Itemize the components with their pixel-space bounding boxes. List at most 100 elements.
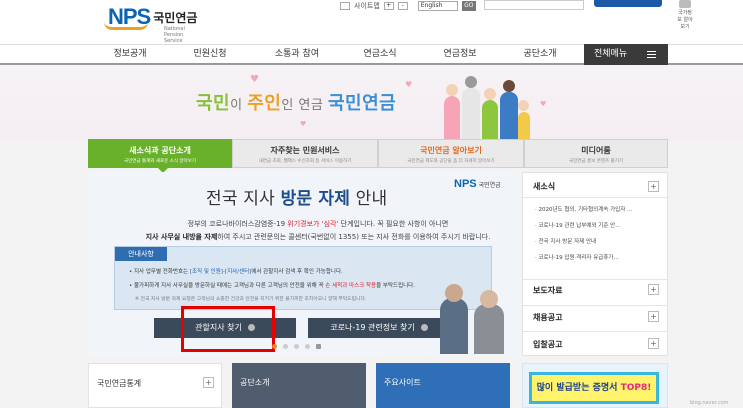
highlight-box bbox=[181, 306, 275, 352]
pause-icon[interactable] bbox=[316, 344, 321, 349]
notice-line-2: 지사 사무실 내방을 자제하여 주시고 관련문의는 콜센터(국번없이 1355)… bbox=[128, 231, 508, 244]
stats-label: 국민연금통계 bbox=[97, 379, 142, 388]
hamburger-icon bbox=[647, 51, 656, 58]
guide-line-2: • 불가피하게 지사 사무실을 방문하실 때에는 고객님과 다른 고객님의 안전… bbox=[129, 281, 415, 289]
recruit-heading: 채용공고 bbox=[533, 313, 563, 322]
notice-text: 단계입니다. 꼭 필요한 사항이 아니면 bbox=[338, 220, 449, 228]
tab-title: 자주찾는 민원서비스 bbox=[270, 146, 340, 155]
nav-item-info-disclosure[interactable]: 정보공개 bbox=[100, 45, 160, 64]
watermark: blog.naver.com bbox=[690, 400, 729, 406]
news-item[interactable]: 코로나-19 관련 납부예외 기준 안... bbox=[535, 221, 621, 229]
slogan-part: 주인 bbox=[247, 93, 282, 114]
zoom-out-button[interactable]: - bbox=[397, 2, 408, 10]
all-menu-label: 전체메뉴 bbox=[594, 49, 628, 59]
logo-korean: 국민연금 bbox=[153, 10, 198, 25]
certificate-banner[interactable]: 많이 발급받는 증명서 TOP8! bbox=[529, 372, 659, 404]
tab-title: 새소식과 공단소개 bbox=[129, 146, 191, 155]
notice-line-1: 정부의 코로나바이러스감염증-19 위기경보가 '심각' 단계입니다. 꼭 필요… bbox=[128, 218, 508, 231]
top-bar: NPS 국민연금 National Pension Service 사이트맵 +… bbox=[0, 0, 743, 44]
notice-title-part: 전국 지사 bbox=[206, 189, 281, 209]
guide-footnote: ※ 전국 지사 방문 자제 요청은 고객님의 소중한 건강과 안전을 지키기 위… bbox=[135, 297, 367, 302]
guide-text: • 지사 업무별 전화번호는 bbox=[129, 269, 190, 275]
press-more-button[interactable]: + bbox=[648, 284, 659, 295]
hero-slogan: 국민이 주인인 연금 국민연금 bbox=[196, 89, 396, 115]
tab-media-room[interactable]: 미디어룸 국민연금 홍보 콘텐츠 즐기기 bbox=[524, 139, 668, 168]
pager-dot[interactable] bbox=[294, 344, 299, 349]
nav-item-communication[interactable]: 소통과 참여 bbox=[264, 45, 330, 64]
masked-people-illustration bbox=[440, 284, 520, 354]
tab-subtitle: 국민연금 제도와 공단을 좀 더 자세히 알아보기 bbox=[407, 159, 495, 164]
banner-highlight: TOP8! bbox=[620, 383, 652, 393]
stats-more-button[interactable]: + bbox=[203, 377, 214, 388]
zoom-in-button[interactable]: + bbox=[383, 2, 394, 10]
bid-heading: 입찰공고 bbox=[533, 340, 563, 349]
right-sidebar: 새소식 + 2020년도 협의, 기타협의계속 가입자 ... 코로나-19 관… bbox=[522, 172, 668, 356]
go-button[interactable]: GO bbox=[461, 1, 476, 11]
top-service-button[interactable] bbox=[594, 0, 662, 7]
tab-title: 미디어룸 bbox=[581, 146, 611, 155]
bid-more-button[interactable]: + bbox=[648, 338, 659, 349]
news-item[interactable]: 2020년도 협의, 기타협의계속 가입자 ... bbox=[535, 205, 633, 213]
tab-subtitle: 국민연금 통계와 새로운 소식 알아보기 bbox=[124, 159, 196, 164]
notice-logo-text: 국민연금 bbox=[478, 181, 501, 189]
sites-label: 주요사이트 bbox=[384, 378, 421, 387]
divider bbox=[523, 197, 667, 198]
nav-item-civil-petition[interactable]: 민원신청 bbox=[180, 45, 240, 64]
slogan-part: 국민 bbox=[196, 93, 231, 114]
pager-dot-active[interactable] bbox=[272, 344, 277, 349]
national-info-label: 국가정보 알아보기 bbox=[677, 10, 693, 30]
notice-alert-text: 위기경보가 '심각' bbox=[287, 220, 339, 228]
guide-link[interactable]: [조직 및 인원]-[지사/센터] bbox=[190, 269, 251, 275]
sites-card[interactable]: 주요사이트 bbox=[376, 363, 510, 408]
divider bbox=[523, 279, 667, 280]
news-item[interactable]: 코로나-19 입원·격리자 유급휴가... bbox=[535, 253, 619, 261]
main-navigation: 정보공개 민원신청 소통과 참여 연금소식 연금정보 공단소개 전체메뉴 bbox=[0, 44, 743, 65]
news-item[interactable]: 전국 지사 방문 자제 안내 bbox=[535, 237, 597, 245]
covid-info-button[interactable]: 코로나-19 관련정보 찾기 bbox=[308, 318, 450, 338]
nps-logo[interactable]: NPS 국민연금 National Pension Service bbox=[104, 4, 198, 44]
nav-item-pension-info[interactable]: 연금정보 bbox=[430, 45, 490, 64]
notice-title-part: 안내 bbox=[350, 189, 388, 209]
heart-decoration-icon: ♥ bbox=[540, 100, 547, 108]
tab-learn-pension[interactable]: 국민연금 알아보기 국민연금 제도와 공단을 좀 더 자세히 알아보기 bbox=[378, 139, 524, 168]
notice-title: 전국 지사 방문 자제 안내 bbox=[206, 184, 387, 209]
search-input[interactable] bbox=[484, 0, 584, 10]
certificate-banner-card[interactable]: 많이 발급받는 증명서 TOP8! bbox=[522, 363, 668, 408]
press-release-heading: 보도자료 bbox=[533, 286, 563, 295]
slogan-part: 국민연금 bbox=[328, 93, 397, 114]
pager-dot[interactable] bbox=[283, 344, 288, 349]
heart-decoration-icon: ♥ bbox=[300, 120, 307, 128]
tab-frequent-services[interactable]: 자주찾는 민원서비스 내연금 조회, 웹팩스 수신조회 등 서비스 이용하기 bbox=[232, 139, 378, 168]
tab-subtitle: 국민연금 홍보 콘텐츠 즐기기 bbox=[569, 159, 623, 164]
slogan-part: 인 연금 bbox=[281, 98, 328, 113]
national-info-link[interactable]: 국가정보 알아보기 bbox=[676, 0, 694, 30]
all-menu-button[interactable]: 전체메뉴 bbox=[584, 44, 668, 65]
notice-text: 정부의 코로나바이러스감염증-19 bbox=[187, 220, 288, 228]
pager-dot[interactable] bbox=[305, 344, 310, 349]
family-illustration bbox=[438, 70, 534, 140]
recruit-more-button[interactable]: + bbox=[648, 311, 659, 322]
notice-emphasis: 지사 사무실 내방을 자제 bbox=[145, 233, 218, 241]
news-more-button[interactable]: + bbox=[648, 181, 659, 192]
tab-news-about[interactable]: 새소식과 공단소개 국민연금 통계와 새로운 소식 알아보기 bbox=[88, 139, 232, 173]
guide-box: 안내사항 • 지사 업무별 전화번호는 [조직 및 인원]-[지사/센터]에서 … bbox=[114, 246, 492, 310]
nav-item-about[interactable]: 공단소개 bbox=[510, 45, 570, 64]
section-tabs: 새소식과 공단소개 국민연금 통계와 새로운 소식 알아보기 자주찾는 민원서비… bbox=[88, 139, 668, 173]
notice-logo-mark: NPS bbox=[454, 178, 477, 190]
stats-card[interactable]: 국민연금통계 + bbox=[88, 363, 222, 408]
nav-item-pension-news[interactable]: 연금소식 bbox=[350, 45, 410, 64]
tab-title: 국민연금 알아보기 bbox=[420, 146, 482, 155]
about-card[interactable]: 공단소개 bbox=[232, 363, 366, 408]
about-label: 공단소개 bbox=[240, 378, 270, 387]
news-heading: 새소식 bbox=[533, 182, 556, 191]
logo-swoosh bbox=[104, 22, 148, 30]
notice-text: 하여 주시고 관련문의는 콜센터(국번없이 1355) 또는 지사 전화를 이용… bbox=[217, 233, 491, 241]
logo-english: National Pension Service bbox=[164, 26, 185, 44]
guide-alert: 손 세척과 마스크 착용 bbox=[325, 283, 377, 289]
guide-text: 에서 관할지사 검색 후 확인 가능합니다. bbox=[251, 269, 343, 275]
notice-body: 정부의 코로나바이러스감염증-19 위기경보가 '심각' 단계입니다. 꼭 필요… bbox=[128, 218, 508, 244]
heart-decoration-icon: ♥ bbox=[405, 80, 413, 89]
language-select[interactable]: English bbox=[417, 1, 458, 11]
sitemap-link[interactable]: 사이트맵 bbox=[354, 1, 380, 11]
font-size-button[interactable] bbox=[340, 2, 350, 10]
